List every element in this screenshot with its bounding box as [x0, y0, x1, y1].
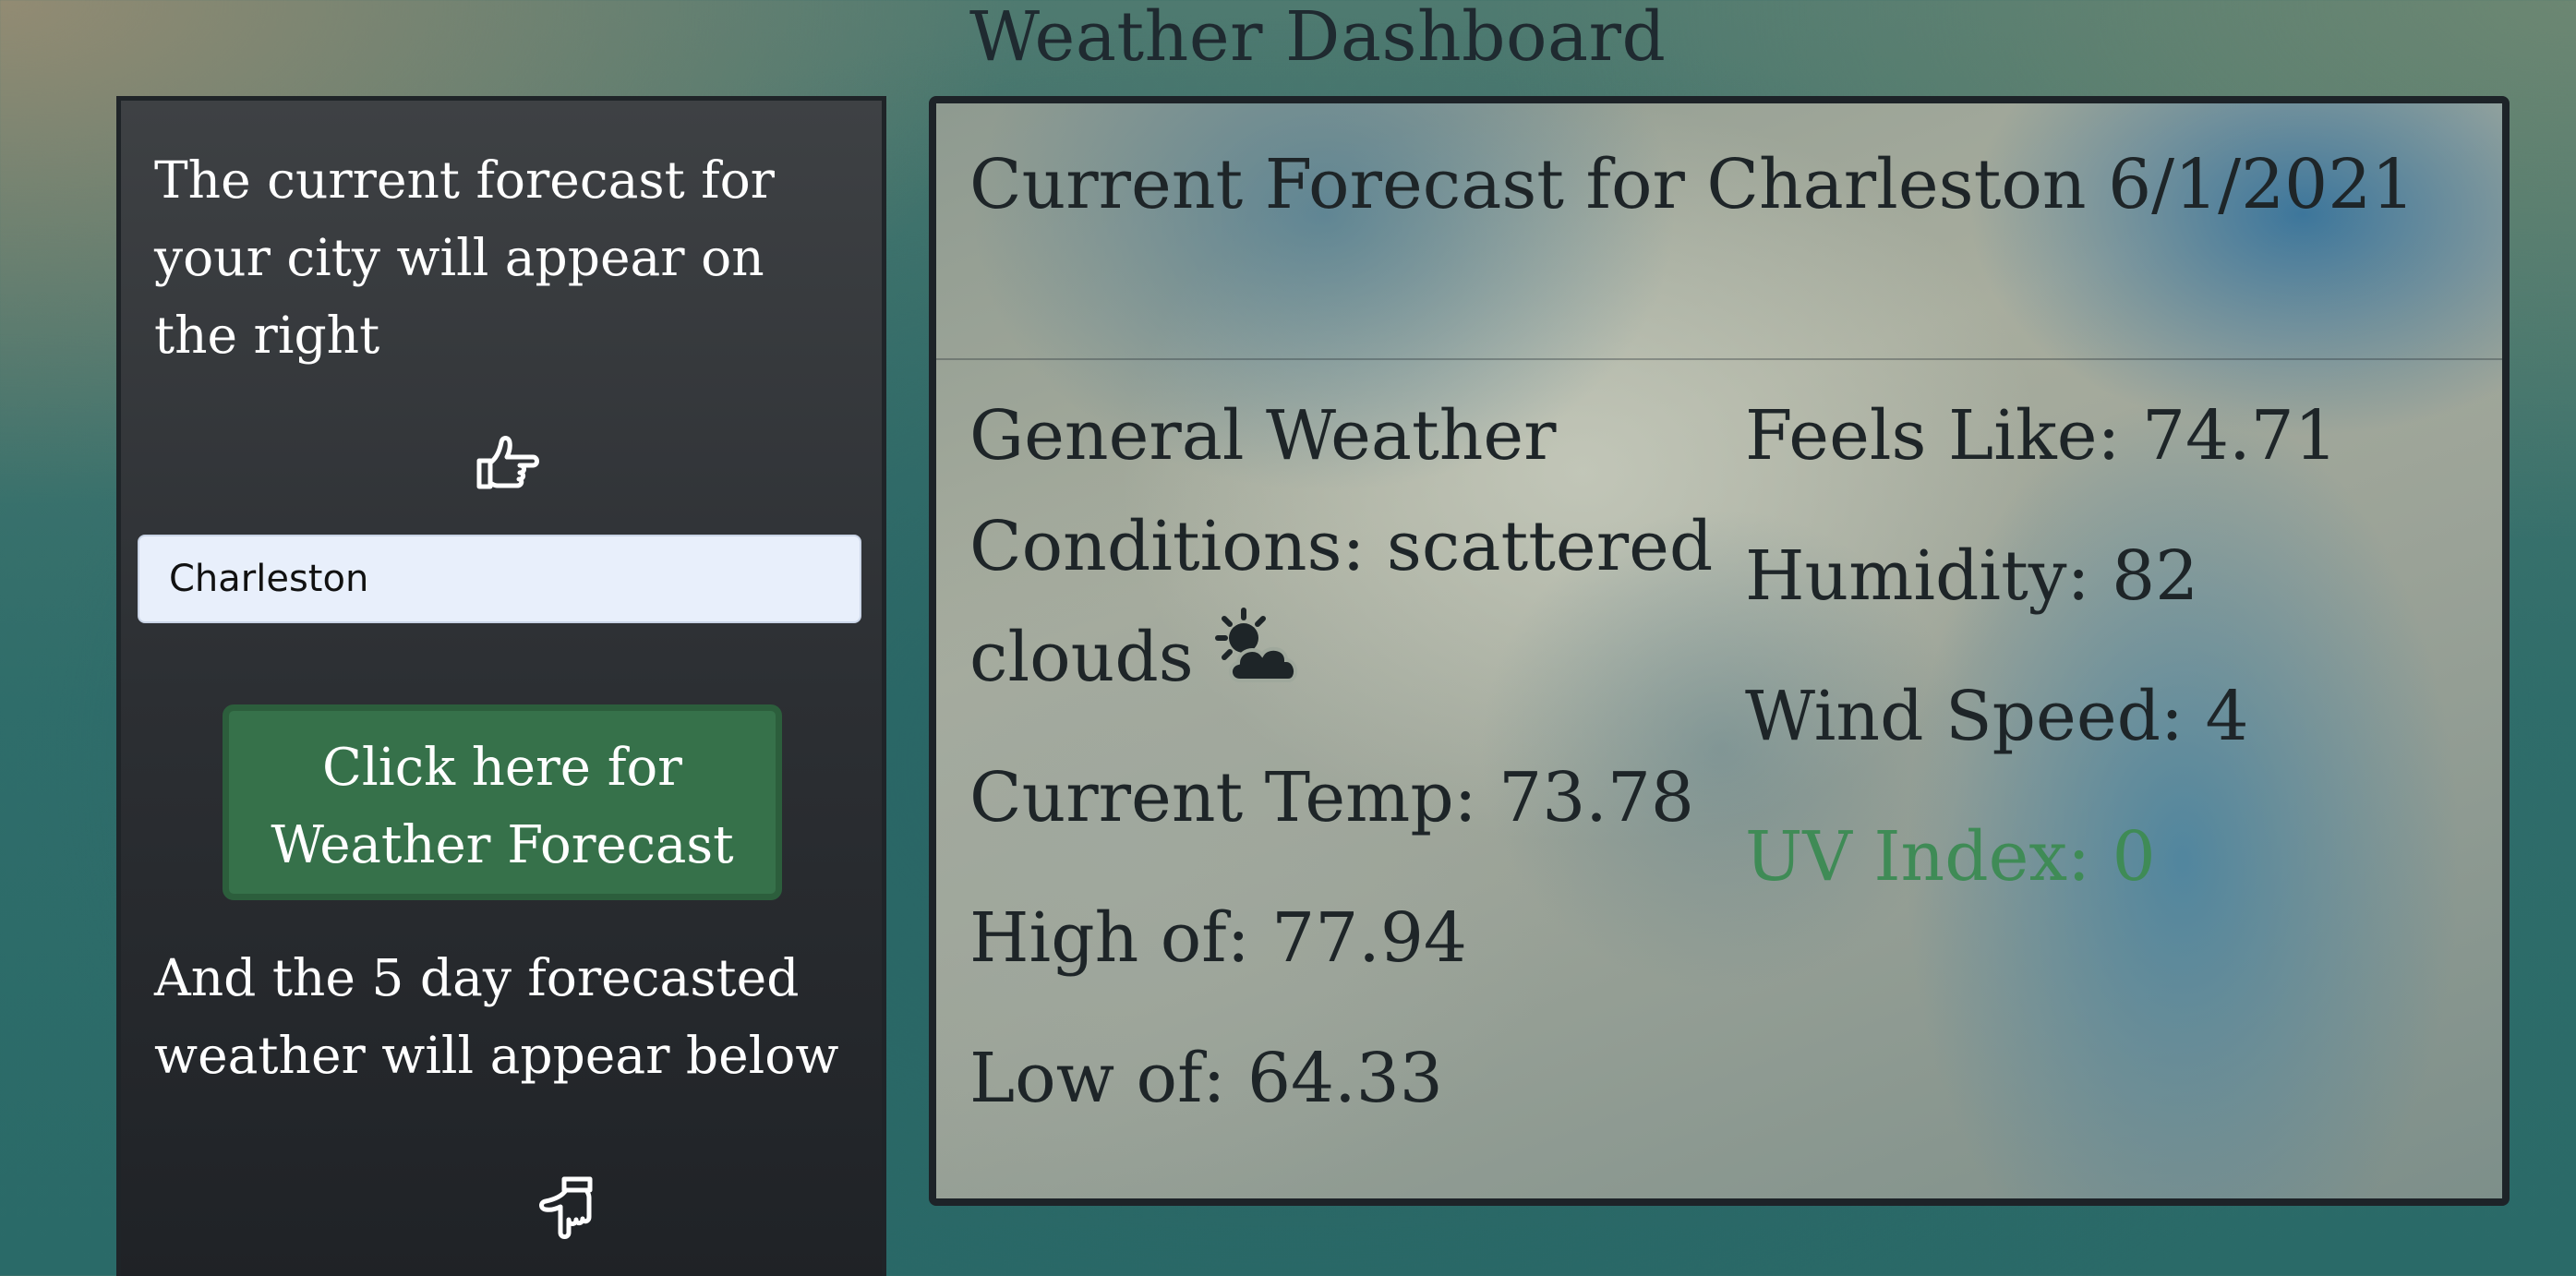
high-temp: High of: 77.94 — [969, 898, 1467, 978]
current-temp: Current Temp: 73.78 — [969, 758, 1694, 837]
intro-text: The current forecast for your city will … — [154, 150, 775, 365]
forecast-header: Current Forecast for Charleston 6/1/2021 — [936, 103, 2502, 360]
below-text: And the 5 day forecasted weather will ap… — [154, 948, 839, 1085]
sidebar: The current forecast for your city will … — [116, 96, 886, 1276]
forecast-left-column: General Weather Conditions: scattered cl… — [969, 380, 1727, 1163]
hand-pointing-down-icon — [539, 1176, 593, 1239]
wind-speed: Wind Speed: 4 — [1745, 677, 2249, 756]
current-forecast-panel: Current Forecast for Charleston 6/1/2021… — [929, 96, 2510, 1206]
page-title: Weather Dashboard — [969, 0, 1667, 77]
weather-forecast-button[interactable]: Click here for Weather Forecast — [223, 704, 782, 900]
uv-index: UV Index: 0 — [1745, 817, 2156, 897]
sun-behind-cloud-icon — [1214, 608, 1297, 682]
weather-conditions-text: General Weather Conditions: scattered cl… — [969, 396, 1714, 697]
feels-like: Feels Like: 74.71 — [1745, 396, 2338, 475]
forecast-title: Current Forecast for Charleston 6/1/2021 — [969, 145, 2415, 224]
hand-pointing-right-icon — [476, 436, 539, 489]
forecast-right-column: Feels Like: 74.71 Humidity: 82 Wind Spee… — [1745, 380, 2484, 942]
weather-conditions: General Weather Conditions: scattered cl… — [969, 380, 1727, 713]
low-temp: Low of: 64.33 — [969, 1039, 1443, 1118]
city-search-input[interactable] — [138, 535, 861, 623]
humidity: Humidity: 82 — [1745, 536, 2199, 616]
